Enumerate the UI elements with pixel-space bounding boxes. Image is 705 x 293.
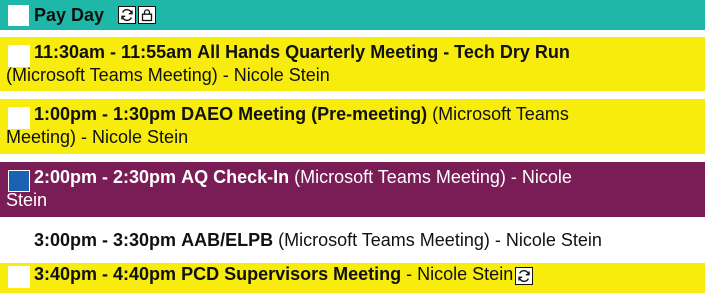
event-time: 2:00pm - 2:30pm — [34, 167, 177, 187]
calendar-event[interactable]: 3:00pm - 3:30pm AAB/ELPB (Microsoft Team… — [0, 226, 705, 255]
lock-icon — [138, 6, 156, 24]
event-title: AQ Check-In — [181, 167, 290, 187]
event-title: All Hands Quarterly Meeting - Tech Dry R… — [197, 42, 570, 62]
event-checkbox[interactable] — [8, 266, 30, 288]
calendar-event[interactable]: 3:40pm - 4:40pm PCD Supervisors Meeting … — [0, 263, 705, 293]
event-checkbox[interactable] — [8, 5, 29, 26]
event-title: DAEO Meeting (Pre-meeting) — [181, 104, 428, 124]
event-time: 3:40pm - 4:40pm — [34, 264, 177, 284]
event-details: - Nicole Stein — [406, 264, 514, 284]
recurring-icon — [515, 267, 534, 285]
recurring-icon — [118, 6, 136, 24]
event-checkbox[interactable] — [8, 45, 30, 67]
event-checkbox[interactable] — [8, 170, 30, 192]
calendar-event[interactable]: 1:00pm - 1:30pm DAEO Meeting (Pre-meetin… — [0, 99, 705, 154]
all-day-event-pay-day[interactable]: Pay Day — [0, 0, 705, 30]
event-details: (Microsoft Teams Meeting) - Nicole — [294, 167, 572, 187]
event-title: PCD Supervisors Meeting — [181, 264, 402, 284]
calendar-event[interactable]: 2:00pm - 2:30pm AQ Check-In (Microsoft T… — [0, 162, 705, 217]
event-time: 3:00pm - 3:30pm — [34, 230, 177, 250]
calendar-event[interactable]: 11:30am - 11:55am All Hands Quarterly Me… — [0, 37, 705, 91]
event-details: (Microsoft Teams Meeting) - Nicole Stein — [278, 230, 602, 250]
event-details-cont: Stein — [6, 190, 48, 210]
event-title: Pay Day — [34, 5, 105, 25]
event-checkbox[interactable] — [8, 107, 30, 129]
event-title: AAB/ELPB — [181, 230, 274, 250]
event-details: (Microsoft Teams Meeting) - Nicole Stein — [6, 65, 330, 85]
event-time: 1:00pm - 1:30pm — [34, 104, 177, 124]
event-details: (Microsoft Teams — [432, 104, 569, 124]
event-details-cont: Meeting) - Nicole Stein — [6, 127, 189, 147]
event-time: 11:30am - 11:55am — [34, 42, 193, 62]
